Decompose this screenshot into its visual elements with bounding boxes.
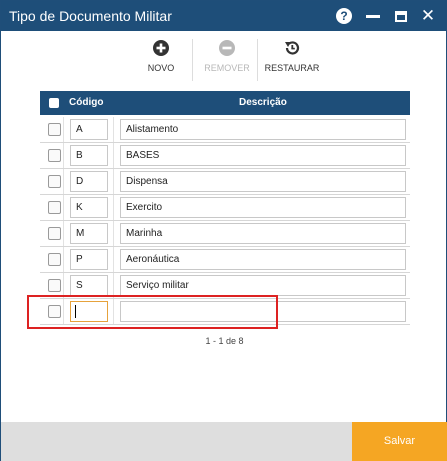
table-row: B BASES bbox=[40, 143, 410, 169]
codigo-field[interactable]: S bbox=[70, 275, 108, 296]
new-descricao-field[interactable] bbox=[120, 301, 406, 322]
new-table-row bbox=[40, 299, 410, 325]
remover-label: REMOVER bbox=[204, 63, 250, 73]
column-header-codigo[interactable]: Código bbox=[69, 97, 103, 108]
codigo-field[interactable]: D bbox=[70, 171, 108, 192]
codigo-field[interactable]: A bbox=[70, 119, 108, 140]
grid-header: Código Descrição bbox=[40, 91, 410, 115]
help-glyph: ? bbox=[336, 8, 352, 24]
remover-button[interactable]: REMOVER bbox=[200, 39, 254, 79]
text-cursor bbox=[75, 305, 76, 318]
codigo-field[interactable]: P bbox=[70, 249, 108, 270]
descricao-field[interactable]: Aeronáutica bbox=[120, 249, 406, 270]
save-button[interactable]: Salvar bbox=[352, 422, 447, 461]
toolbar-divider bbox=[192, 39, 193, 81]
table-row: K Exercito bbox=[40, 195, 410, 221]
maximize-icon[interactable] bbox=[391, 6, 411, 26]
toolbar-divider bbox=[257, 39, 258, 81]
add-icon bbox=[153, 40, 169, 56]
remove-icon bbox=[219, 40, 235, 56]
select-all-checkbox[interactable] bbox=[49, 98, 59, 108]
help-icon[interactable]: ? bbox=[334, 6, 354, 26]
restore-icon bbox=[285, 41, 300, 55]
title-bar: Tipo de Documento Militar ? ✕ bbox=[1, 1, 446, 31]
close-icon[interactable]: ✕ bbox=[418, 6, 438, 26]
descricao-field[interactable]: BASES bbox=[120, 145, 406, 166]
table-row: S Serviço militar bbox=[40, 273, 410, 299]
new-codigo-field[interactable] bbox=[70, 301, 108, 322]
descricao-field[interactable]: Exercito bbox=[120, 197, 406, 218]
restaurar-button[interactable]: RESTAURAR bbox=[263, 39, 321, 79]
descricao-field[interactable]: Dispensa bbox=[120, 171, 406, 192]
descricao-field[interactable]: Alistamento bbox=[120, 119, 406, 140]
descricao-field[interactable]: Marinha bbox=[120, 223, 406, 244]
minimize-icon[interactable] bbox=[363, 6, 383, 26]
descricao-field[interactable]: Serviço militar bbox=[120, 275, 406, 296]
window-title: Tipo de Documento Militar bbox=[9, 8, 172, 24]
column-header-descricao[interactable]: Descrição bbox=[239, 97, 287, 108]
row-checkbox[interactable] bbox=[48, 175, 61, 188]
pager-text: 1 - 1 de 8 bbox=[205, 336, 244, 346]
restaurar-label: RESTAURAR bbox=[264, 63, 320, 73]
codigo-field[interactable]: B bbox=[70, 145, 108, 166]
table-row: P Aeronáutica bbox=[40, 247, 410, 273]
novo-button[interactable]: NOVO bbox=[142, 39, 180, 79]
table-row: M Marinha bbox=[40, 221, 410, 247]
row-checkbox[interactable] bbox=[48, 279, 61, 292]
codigo-field[interactable]: M bbox=[70, 223, 108, 244]
codigo-field[interactable]: K bbox=[70, 197, 108, 218]
table-row: D Dispensa bbox=[40, 169, 410, 195]
footer-bar bbox=[1, 422, 352, 461]
row-checkbox[interactable] bbox=[48, 149, 61, 162]
table-row: A Alistamento bbox=[40, 117, 410, 143]
row-checkbox[interactable] bbox=[48, 305, 61, 318]
novo-label: NOVO bbox=[147, 63, 175, 73]
row-checkbox[interactable] bbox=[48, 123, 61, 136]
row-checkbox[interactable] bbox=[48, 253, 61, 266]
row-checkbox[interactable] bbox=[48, 227, 61, 240]
row-checkbox[interactable] bbox=[48, 201, 61, 214]
dialog-window: Tipo de Documento Militar ? ✕ NOVO REMOV… bbox=[0, 0, 447, 461]
